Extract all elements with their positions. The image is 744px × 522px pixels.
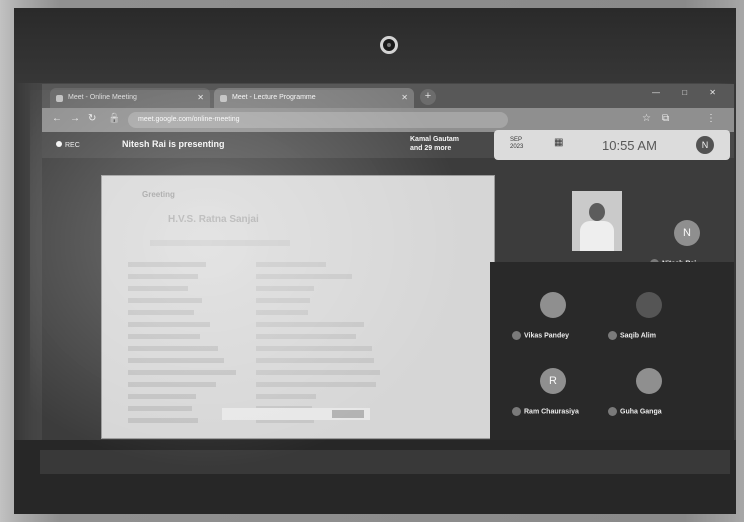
participant-tile[interactable]: Saqib Alim <box>598 284 702 344</box>
back-arrow-icon[interactable]: ← <box>52 113 62 124</box>
clock-display: 10:55 AM <box>602 138 657 153</box>
doc-button-strip[interactable] <box>222 408 370 420</box>
participant-tile[interactable]: Guha Ganga <box>598 360 702 420</box>
viewers-line-2: and 29 more <box>410 145 452 152</box>
tab-favicon-icon <box>220 95 227 102</box>
new-tab-button[interactable]: + <box>420 89 436 105</box>
laptop-screen: Meet - Online Meeting ✕ Meet - Lecture P… <box>42 84 734 440</box>
reload-icon[interactable]: ↻ <box>88 113 96 124</box>
window-close-icon[interactable]: ✕ <box>709 88 726 97</box>
forward-arrow-icon[interactable]: → <box>70 113 80 124</box>
maximize-icon[interactable]: □ <box>682 88 697 97</box>
participant-avatar <box>636 368 662 394</box>
participant-avatar: N <box>674 220 700 246</box>
person-head <box>589 203 605 221</box>
participant-name: Saqib Alim <box>608 331 656 340</box>
viewers-line-1: Kamal Gautam <box>410 136 460 143</box>
browser-tab-bar: Meet - Online Meeting ✕ Meet - Lecture P… <box>42 84 734 108</box>
doc-name: H.V.S. Ratna Sanjai <box>168 214 259 225</box>
participant-name: Vikas Pandey <box>512 331 569 340</box>
participant-name: Guha Ganga <box>608 407 662 416</box>
date-line-1: SEP <box>510 137 523 143</box>
participants-panel: Vikas Pandey Saqib Alim R Ram Chaurasiya… <box>490 262 734 440</box>
browser-tab-2[interactable]: Meet - Lecture Programme ✕ <box>214 88 414 108</box>
menu-dots-icon[interactable]: ⋮ <box>706 113 716 124</box>
profile-avatar[interactable]: N <box>696 136 714 154</box>
doc-button[interactable] <box>332 410 364 418</box>
date-time-popup: SEP 2023 ▦ 10:55 AM N <box>494 130 730 160</box>
bookmark-star-icon[interactable]: ☆ <box>642 113 651 124</box>
extensions-icon[interactable]: ⧉ <box>662 113 669 124</box>
laptop-bezel-top <box>14 8 736 83</box>
lock-icon: 🔒 <box>108 113 121 124</box>
close-icon[interactable]: ✕ <box>401 88 408 108</box>
doc-heading: Greeting <box>142 190 175 199</box>
webcam <box>380 36 398 54</box>
participant-avatar <box>540 292 566 318</box>
window-controls[interactable]: — □ ✕ <box>652 88 726 97</box>
participant-avatar: R <box>540 368 566 394</box>
participant-tile[interactable]: Vikas Pandey <box>502 284 606 344</box>
person-body <box>580 221 614 251</box>
calendar-icon: ▦ <box>554 137 564 148</box>
doc-subheading-line <box>150 240 290 246</box>
address-bar-row: ← → ↻ 🔒 meet.google.com/online-meeting ☆… <box>42 108 734 132</box>
participant-avatar <box>636 292 662 318</box>
url-input[interactable]: meet.google.com/online-meeting <box>128 112 508 128</box>
laptop-hinge <box>40 450 730 474</box>
tab-label: Meet - Lecture Programme <box>232 94 316 101</box>
minimize-icon[interactable]: — <box>652 88 670 97</box>
participant-tile[interactable]: R Ram Chaurasiya <box>502 360 606 420</box>
presenter-label: Nitesh Rai is presenting <box>122 139 225 149</box>
participant-name: Ram Chaurasiya <box>512 407 579 416</box>
shared-document: Greeting H.V.S. Ratna Sanjai <box>102 176 494 438</box>
date-line-2: 2023 <box>510 144 524 150</box>
recording-indicator: REC <box>56 141 80 149</box>
close-icon[interactable]: ✕ <box>197 88 204 108</box>
tab-label: Meet - Online Meeting <box>68 94 137 101</box>
viewers-label: Kamal Gautam and 29 more <box>410 135 459 153</box>
tab-favicon-icon <box>56 95 63 102</box>
date-label: SEP 2023 <box>510 137 523 151</box>
browser-tab-1[interactable]: Meet - Online Meeting ✕ <box>50 88 210 108</box>
participant-video-tile[interactable] <box>572 191 622 251</box>
